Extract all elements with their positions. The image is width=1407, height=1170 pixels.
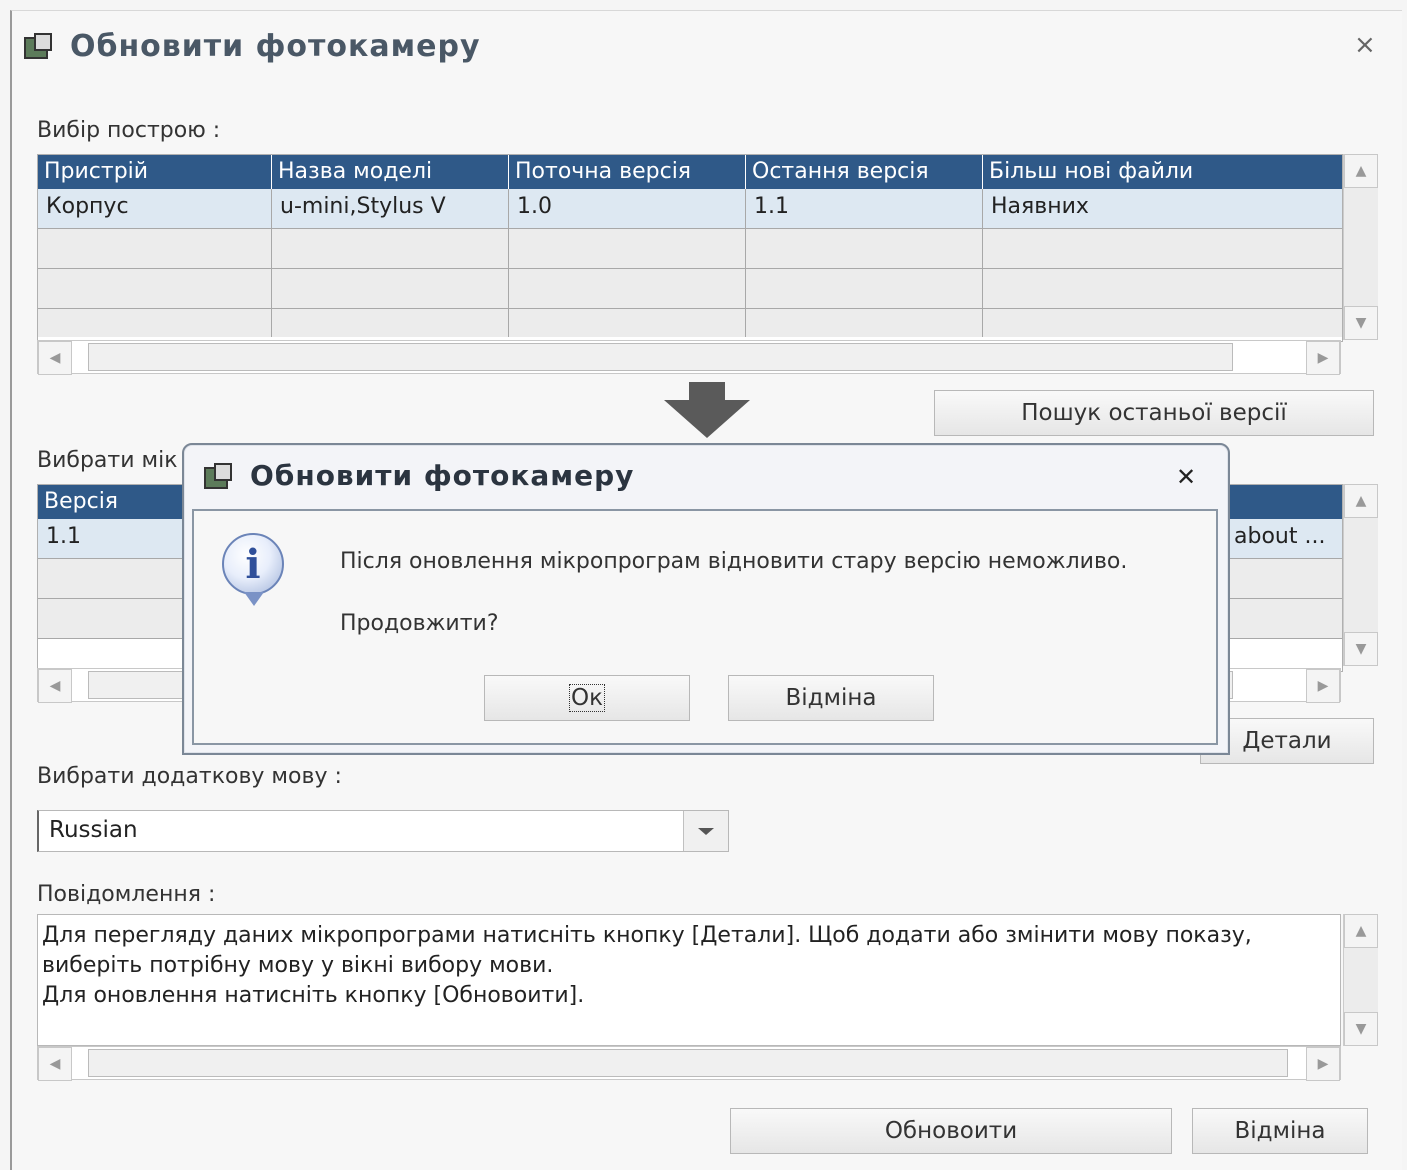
column-header[interactable]: Більш нові файли [983,155,1342,189]
language-select[interactable]: Russian [37,810,729,852]
firmware-vertical-scrollbar[interactable]: ▲ ▼ [1343,484,1378,666]
ok-button-label: Ок [569,684,605,712]
dialog-body: i Після оновлення мікропрограм відновити… [192,509,1218,745]
scroll-up-icon[interactable]: ▲ [1344,484,1378,518]
column-header[interactable]: Пристрій [38,155,272,189]
scroll-down-icon[interactable]: ▼ [1344,1012,1378,1046]
device-table-header: Пристрій Назва моделі Поточна версія Ост… [38,155,1342,189]
update-button[interactable]: Обновоити [730,1108,1172,1154]
dialog-title: Обновити фотокамеру [250,459,635,492]
dialog-question: Продовжити? [340,611,499,636]
scroll-down-icon[interactable]: ▼ [1344,632,1378,666]
column-header[interactable]: Назва моделі [272,155,509,189]
cell: Наявних [991,194,1089,219]
cell: u-mini,Stylus V [272,189,509,228]
language-section-label: Вибрати додаткову мову : [37,764,342,789]
table-row[interactable]: Корпус u-mini,Stylus V 1.0 1.1 Наявних [38,189,1342,229]
scroll-right-icon[interactable]: ▶ [1306,1047,1340,1081]
column-header[interactable]: Поточна версія [509,155,746,189]
scroll-up-icon[interactable]: ▲ [1344,154,1378,188]
cell: 1.1 [746,189,983,228]
scroll-thumb[interactable] [88,1049,1288,1077]
dropdown-button[interactable] [683,811,728,851]
camera-app-icon [22,31,52,61]
scroll-left-icon[interactable]: ◀ [38,341,72,375]
firmware-section-label: Вибрати мік [37,448,178,473]
message-vertical-scrollbar[interactable]: ▲ ▼ [1343,914,1378,1046]
scroll-right-icon[interactable]: ▶ [1306,341,1340,375]
scroll-left-icon[interactable]: ◀ [38,669,72,703]
info-icon: i [222,533,284,606]
down-arrow-icon [664,382,750,438]
message-line: виберіть потрібну мову у вікні вибору мо… [42,953,554,978]
scroll-up-icon[interactable]: ▲ [1344,914,1378,948]
info-glyph: i [222,533,284,595]
table-row[interactable] [38,229,1342,269]
message-line: Для оновлення натисніть кнопку [Обновоит… [42,983,585,1008]
search-latest-version-button[interactable]: Пошук останьої версії [934,390,1374,436]
table-row[interactable] [38,269,1342,309]
message-line: Для перегляду даних мікропрограми натисн… [42,923,1252,948]
message-section-label: Повідомлення : [37,882,216,907]
scroll-down-icon[interactable]: ▼ [1344,306,1378,340]
table-row[interactable] [38,309,1342,337]
device-table[interactable]: Пристрій Назва моделі Поточна версія Ост… [37,154,1343,342]
cancel-button[interactable]: Відміна [1192,1108,1368,1154]
main-close-icon[interactable]: × [1354,30,1376,60]
message-horizontal-scrollbar[interactable]: ◀ ▶ [37,1046,1341,1081]
dialog-close-icon[interactable]: ✕ [1176,463,1196,491]
scroll-right-icon[interactable]: ▶ [1306,669,1340,703]
dialog-cancel-button[interactable]: Відміна [728,675,934,721]
language-selected-value: Russian [49,817,138,843]
main-title: Обновити фотокамеру [70,28,481,64]
device-vertical-scrollbar[interactable]: ▲ ▼ [1343,154,1378,340]
confirm-dialog: Обновити фотокамеру ✕ i Після оновлення … [182,443,1230,755]
dialog-title-bar: Обновити фотокамеру [202,459,634,492]
chevron-down-icon [698,827,714,835]
camera-app-icon [202,461,232,491]
device-horizontal-scrollbar[interactable]: ◀ ▶ [37,340,1341,375]
cell: 1.0 [509,189,746,228]
device-section-label: Вибір построю : [37,118,221,143]
main-title-bar: Обновити фотокамеру [22,22,481,70]
message-textarea[interactable]: Для перегляду даних мікропрограми натисн… [37,914,1341,1046]
scroll-left-icon[interactable]: ◀ [38,1047,72,1081]
cell: Корпус [38,189,272,228]
column-header[interactable]: Остання версія [746,155,983,189]
dialog-message: Після оновлення мікропрограм відновити с… [340,549,1128,574]
ok-button[interactable]: Ок [484,675,690,721]
cell: about ... [1234,524,1326,549]
scroll-thumb[interactable] [88,343,1233,371]
info-icon-tail [244,592,264,606]
